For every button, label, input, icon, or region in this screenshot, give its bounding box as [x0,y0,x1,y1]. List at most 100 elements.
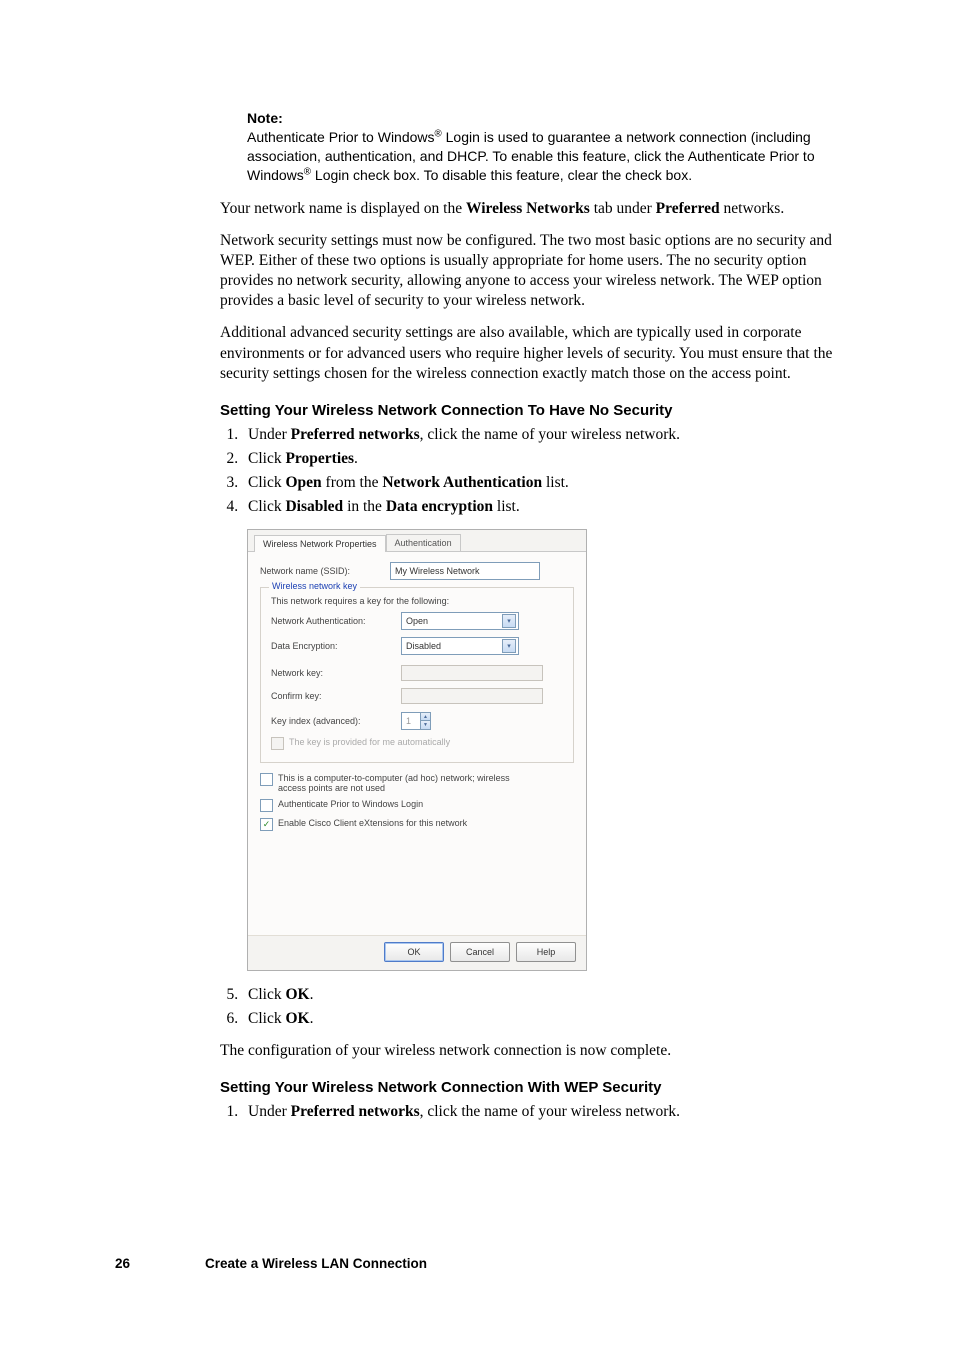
cisco-label: Enable Cisco Client eXtensions for this … [278,818,467,828]
fieldset-legend: Wireless network key [269,581,360,591]
text: . [310,986,314,1003]
ok-button[interactable]: OK [384,942,444,962]
ssid-row: Network name (SSID): My Wireless Network [260,562,574,580]
text-bold: Disabled [285,498,343,515]
step-3: Click Open from the Network Authenticati… [242,471,839,495]
document-page: Note: Authenticate Prior to Windows® Log… [0,0,954,1351]
confirm-label: Confirm key: [271,691,401,701]
text: from the [322,474,383,491]
cancel-button[interactable]: Cancel [450,942,510,962]
dialog-tabs: Wireless Network Properties Authenticati… [248,530,586,552]
text: . [354,450,358,467]
footer-title: Create a Wireless LAN Connection [205,1256,427,1271]
authprior-row: Authenticate Prior to Windows Login [260,799,574,812]
dialog-button-bar: OK Cancel Help [248,935,586,970]
paragraph-advanced: Additional advanced security settings ar… [220,323,839,383]
spacer [260,837,574,927]
paragraph-network-name: Your network name is displayed on the Wi… [220,199,839,219]
note-text-3: Login check box. To disable this feature… [311,167,692,183]
text-bold: Open [285,474,321,491]
netkey-label: Network key: [271,668,401,678]
text: Click [248,474,285,491]
text: in the [343,498,386,515]
text: list. [542,474,569,491]
auth-dropdown[interactable]: Open ▾ [401,612,519,630]
spinner-down-icon[interactable]: ▼ [420,720,430,729]
chevron-down-icon: ▾ [502,614,516,628]
keyidx-label: Key index (advanced): [271,716,401,726]
step-2: Click Properties. [242,447,839,471]
authprior-label: Authenticate Prior to Windows Login [278,799,423,809]
tab-authentication[interactable]: Authentication [386,534,461,551]
note-heading: Note: [247,110,839,126]
text-bold: Properties [285,450,354,467]
registered-mark: ® [304,166,311,177]
text: Under [248,426,291,443]
paragraph-security-intro: Network security settings must now be co… [220,231,839,312]
fieldset-subtext: This network requires a key for the foll… [271,596,563,606]
text: Click [248,498,285,515]
spinner-up-icon[interactable]: ▲ [420,713,430,721]
ssid-input[interactable]: My Wireless Network [390,562,540,580]
text-bold: OK [285,986,309,1003]
text: tab under [590,200,656,217]
text: Your network name is displayed on the [220,200,466,217]
cisco-checkbox[interactable]: ✓ [260,818,273,831]
text: Click [248,450,285,467]
auth-row: Network Authentication: Open ▾ [271,612,563,630]
adhoc-label: This is a computer-to-computer (ad hoc) … [278,773,528,793]
text: networks. [720,200,785,217]
help-button[interactable]: Help [516,942,576,962]
keyidx-value: 1 [402,713,420,729]
auth-label: Network Authentication: [271,616,401,626]
text: . [310,1010,314,1027]
text-bold: Data encryption [386,498,493,515]
wep-step-1: Under Preferred networks, click the name… [242,1100,839,1124]
spinner-controls: ▲ ▼ [420,713,430,729]
autokey-checkbox [271,737,284,750]
instruction-list-1: Under Preferred networks, click the name… [220,423,839,519]
keyidx-row: Key index (advanced): 1 ▲ ▼ [271,712,563,730]
step-1: Under Preferred networks, click the name… [242,423,839,447]
text: Click [248,986,285,1003]
text-bold: Preferred networks [291,1103,420,1120]
netkey-row: Network key: [271,665,563,681]
keyidx-spinner[interactable]: 1 ▲ ▼ [401,712,431,730]
authprior-checkbox[interactable] [260,799,273,812]
autokey-label: The key is provided for me automatically [289,737,450,747]
step-5: Click OK. [242,983,839,1007]
adhoc-checkbox[interactable] [260,773,273,786]
text: , click the name of your wireless networ… [420,1103,680,1120]
text: , click the name of your wireless networ… [420,426,680,443]
wireless-properties-dialog: Wireless Network Properties Authenticati… [247,529,587,971]
enc-label: Data Encryption: [271,641,401,651]
autokey-row: The key is provided for me automatically [271,737,563,750]
note-body: Authenticate Prior to Windows® Login is … [247,128,839,185]
cisco-row: ✓ Enable Cisco Client eXtensions for thi… [260,818,574,831]
page-number: 26 [115,1256,130,1271]
text: list. [493,498,520,515]
registered-mark: ® [435,128,442,139]
section-heading-no-security: Setting Your Wireless Network Connection… [220,402,839,419]
text: Click [248,1010,285,1027]
instruction-list-2: Click OK. Click OK. [220,983,839,1031]
page-footer: 26 Create a Wireless LAN Connection [115,1256,427,1271]
text-bold: Preferred [656,200,720,217]
section-heading-wep: Setting Your Wireless Network Connection… [220,1079,839,1096]
text: Under [248,1103,291,1120]
step-6: Click OK. [242,1007,839,1031]
instruction-list-3: Under Preferred networks, click the name… [220,1100,839,1124]
text-bold: Wireless Networks [466,200,590,217]
wireless-key-fieldset: Wireless network key This network requir… [260,587,574,763]
enc-value: Disabled [406,641,441,651]
auth-value: Open [406,616,428,626]
enc-dropdown[interactable]: Disabled ▾ [401,637,519,655]
step-4: Click Disabled in the Data encryption li… [242,495,839,519]
tab-wireless-properties[interactable]: Wireless Network Properties [254,535,386,552]
chevron-down-icon: ▾ [502,639,516,653]
ssid-label: Network name (SSID): [260,566,390,576]
confirm-row: Confirm key: [271,688,563,704]
enc-row: Data Encryption: Disabled ▾ [271,637,563,655]
paragraph-complete: The configuration of your wireless netwo… [220,1041,839,1061]
dialog-body: Network name (SSID): My Wireless Network… [248,552,586,935]
